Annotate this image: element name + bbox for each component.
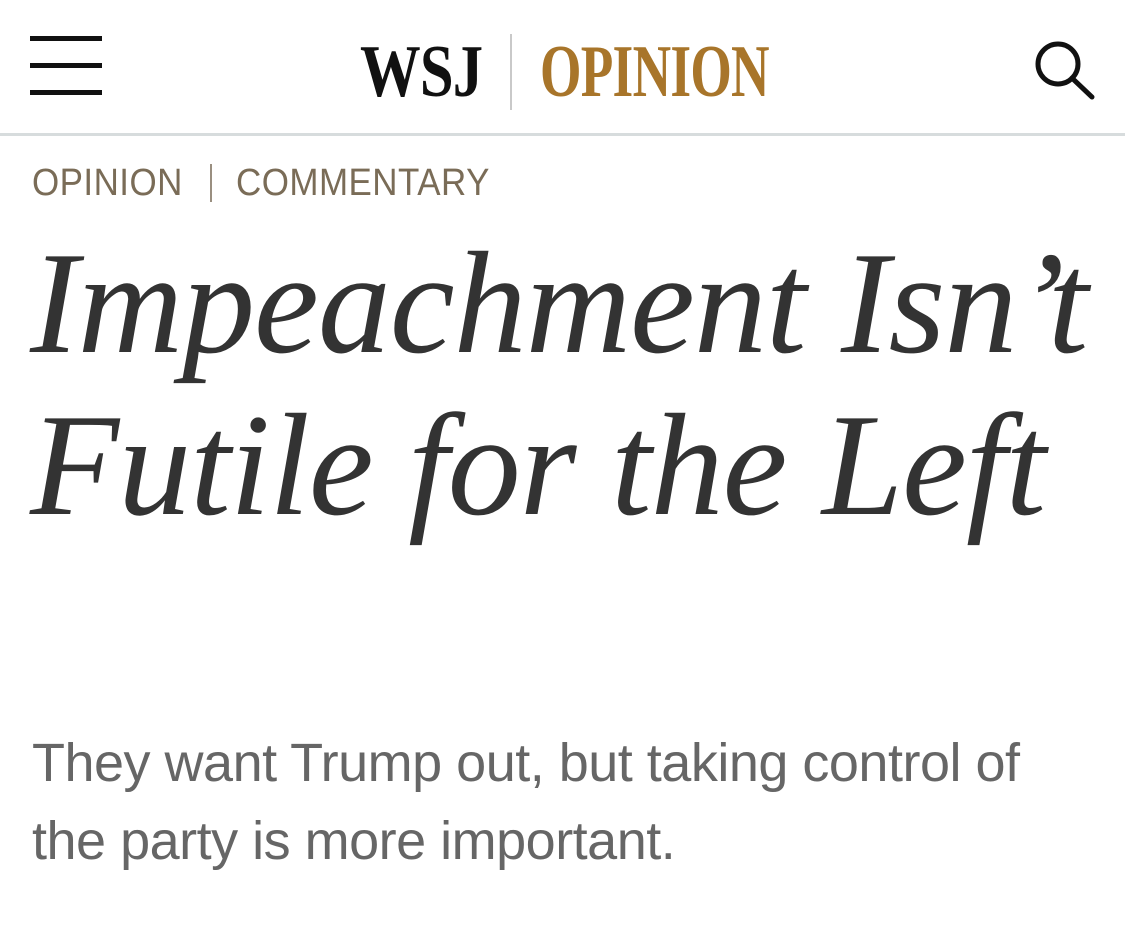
breadcrumb-divider	[209, 164, 212, 202]
menu-line	[30, 90, 102, 95]
wsj-opinion-logo[interactable]: WSJ OPINION	[360, 30, 858, 114]
breadcrumb-commentary[interactable]: COMMENTARY	[236, 162, 490, 205]
article-dek: They want Trump out, but taking control …	[32, 733, 1020, 871]
article-headline: Impeachment Isn’t Futile for the Left	[30, 222, 1088, 546]
search-icon[interactable]	[1032, 38, 1096, 100]
breadcrumb: OPINION COMMENTARY	[32, 160, 512, 206]
logo-brand: WSJ	[360, 30, 483, 113]
hamburger-menu-icon[interactable]	[30, 36, 102, 98]
top-nav-bar: WSJ OPINION	[0, 0, 1125, 136]
breadcrumb-opinion[interactable]: OPINION	[32, 162, 183, 205]
logo-divider	[510, 34, 512, 110]
logo-section: OPINION	[540, 30, 770, 113]
menu-line	[30, 36, 102, 41]
menu-line	[30, 63, 102, 68]
